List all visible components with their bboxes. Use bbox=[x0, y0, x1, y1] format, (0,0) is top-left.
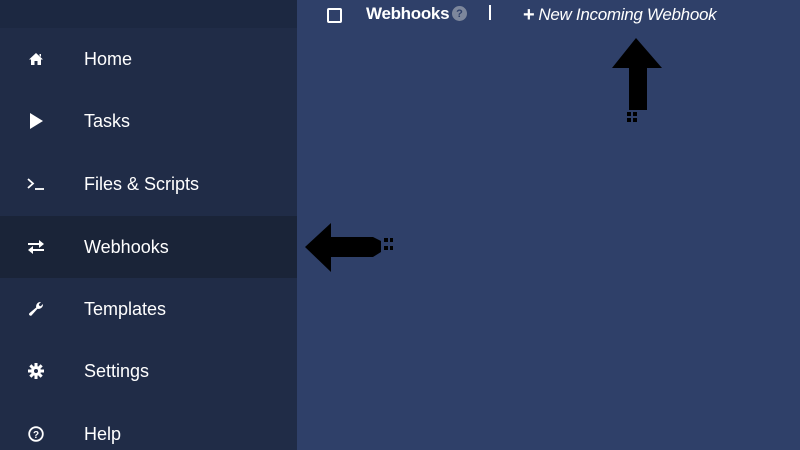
new-incoming-webhook-label: New Incoming Webhook bbox=[538, 5, 717, 24]
sidebar-item-home[interactable]: Home bbox=[0, 28, 297, 90]
new-incoming-webhook-button[interactable]: + New Incoming Webhook bbox=[523, 3, 717, 26]
select-all-checkbox[interactable] bbox=[327, 8, 342, 23]
sidebar-item-label: Help bbox=[84, 423, 122, 444]
sidebar-item-settings[interactable]: Settings bbox=[0, 340, 297, 402]
sidebar-header bbox=[0, 0, 297, 28]
sidebar: Home Tasks Files & Scripts Webhooks Temp bbox=[0, 0, 297, 450]
sidebar-item-templates[interactable]: Templates bbox=[0, 278, 297, 340]
annotation-arrow-up-icon bbox=[612, 38, 662, 122]
wrench-icon bbox=[27, 300, 45, 318]
help-icon[interactable]: ? bbox=[452, 6, 467, 21]
annotation-arrow-left-icon bbox=[305, 223, 393, 272]
exchange-icon bbox=[27, 238, 45, 256]
sidebar-item-label: Files & Scripts bbox=[84, 173, 200, 194]
sidebar-item-label: Home bbox=[84, 48, 133, 69]
plus-icon: + bbox=[523, 3, 535, 26]
sidebar-item-label: Tasks bbox=[84, 110, 131, 131]
question-circle-icon: ? bbox=[27, 425, 45, 443]
home-icon bbox=[27, 50, 45, 68]
svg-text:?: ? bbox=[33, 430, 39, 441]
sidebar-item-help[interactable]: ? Help bbox=[0, 403, 297, 450]
sidebar-item-label: Templates bbox=[84, 298, 167, 319]
page-title: Webhooks bbox=[366, 4, 450, 23]
gear-icon bbox=[27, 362, 45, 380]
sidebar-item-files-scripts[interactable]: Files & Scripts bbox=[0, 153, 297, 215]
terminal-icon bbox=[27, 175, 45, 193]
app-window: Home Tasks Files & Scripts Webhooks Temp bbox=[0, 0, 800, 450]
sidebar-item-label: Webhooks bbox=[84, 236, 169, 257]
sidebar-item-label: Settings bbox=[84, 360, 150, 381]
sidebar-item-tasks[interactable]: Tasks bbox=[0, 90, 297, 152]
play-icon bbox=[27, 112, 45, 130]
toolbar-divider bbox=[489, 5, 491, 20]
sidebar-item-webhooks[interactable]: Webhooks bbox=[0, 216, 297, 278]
